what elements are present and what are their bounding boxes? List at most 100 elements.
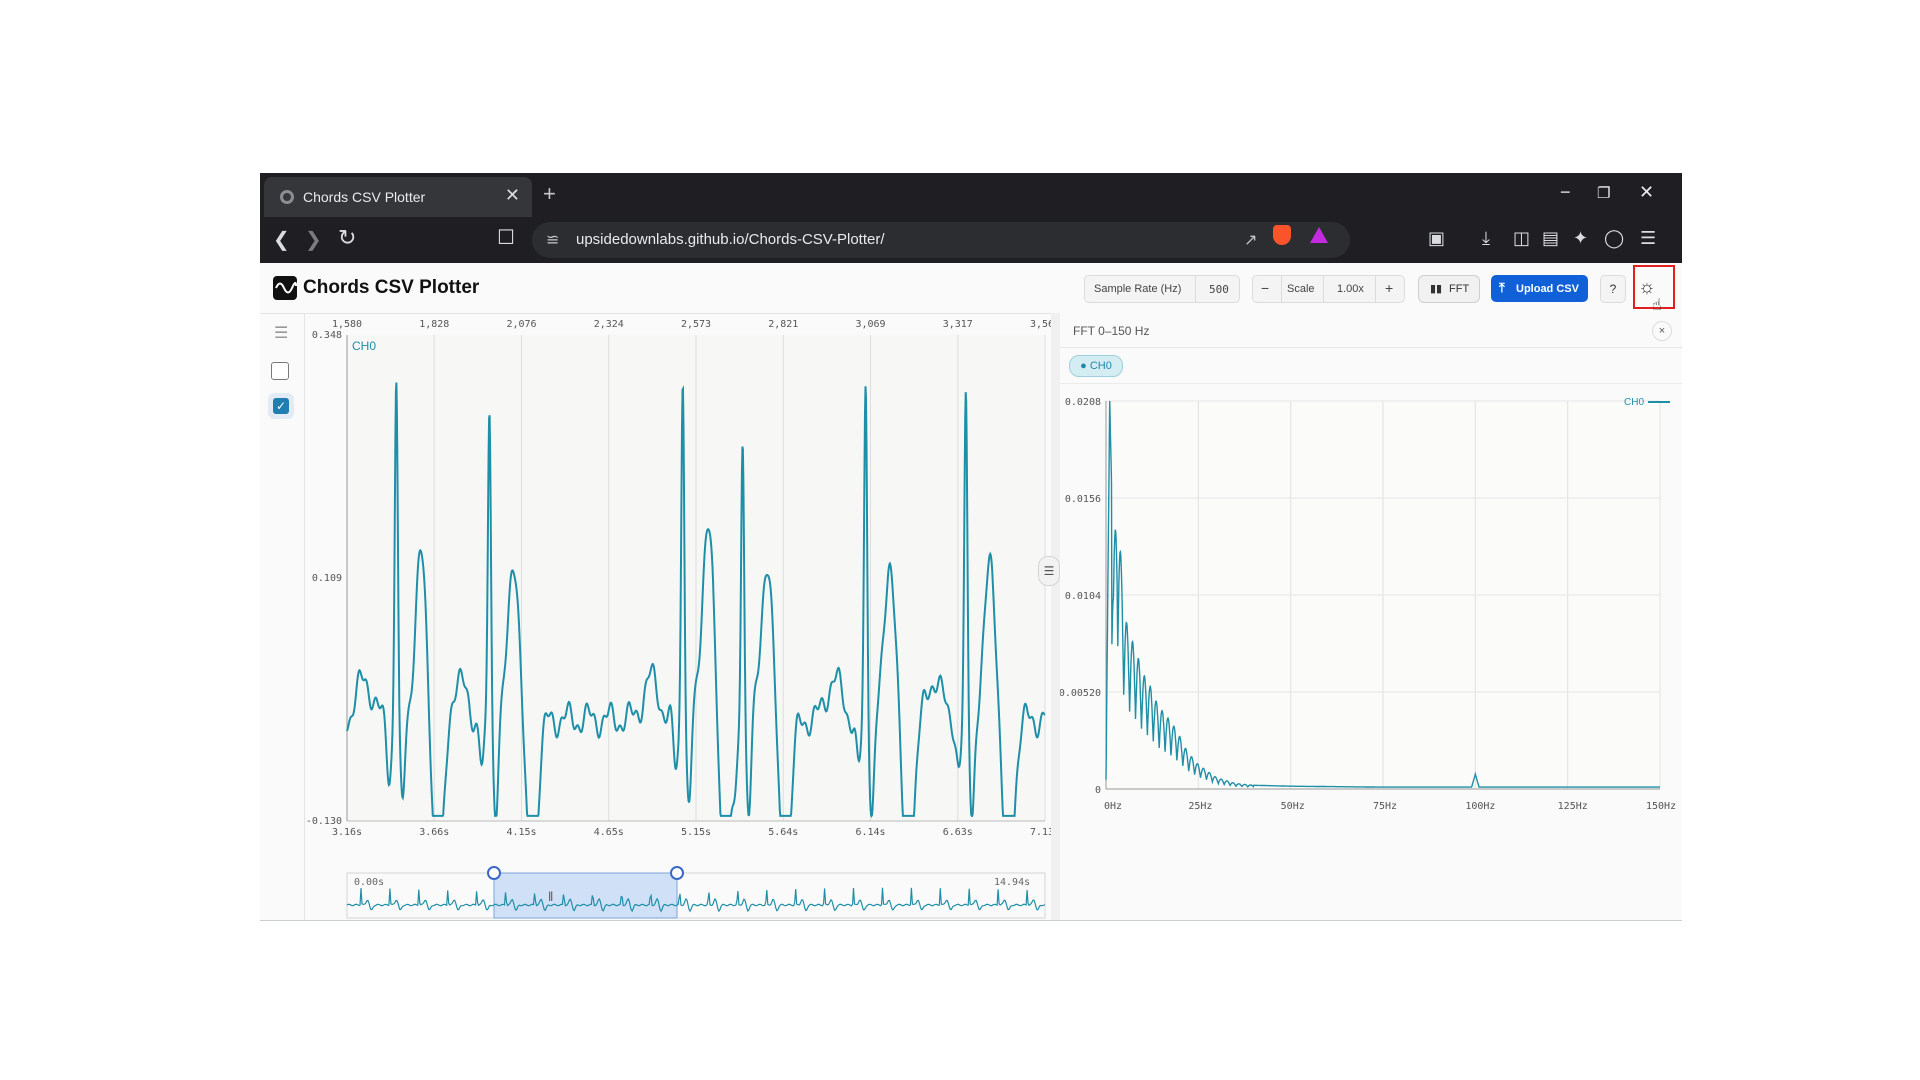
fft-y-tick-label: 0 [1095, 785, 1101, 796]
site-settings-icon[interactable]: ≌ [546, 230, 559, 250]
select-all-checkbox[interactable] [271, 362, 289, 380]
navigator-window[interactable] [493, 872, 678, 919]
sample-tick-label: 2,324 [594, 319, 624, 330]
scale-label: Scale [1287, 283, 1315, 295]
sample-rate-input[interactable]: 500 [1209, 283, 1229, 296]
time-tick-label: 5.15s [681, 827, 711, 838]
fft-panel: FFT 0–150 Hz × ● CH0 0Hz 25Hz 50Hz 75Hz 100H… [1060, 313, 1682, 920]
y-tick-label: 0.348 [312, 330, 342, 341]
time-tick-label: 5.64s [768, 827, 798, 838]
navigator-left-handle[interactable] [487, 866, 501, 880]
sample-tick-label: 1,580 [332, 319, 362, 330]
navigator-grip-icon[interactable]: ‖ [548, 889, 553, 904]
sample-tick-label: 2,076 [506, 319, 536, 330]
app-root: Chords CSV Plotter Sample Rate (Hz) 500 … [260, 263, 1682, 920]
sample-tick-label: 3,317 [943, 319, 973, 330]
y-tick-label: 0.109 [312, 573, 342, 584]
download-icon[interactable]: ⤓ [1482, 228, 1490, 249]
navigation-bar: ❮ ❯ ↻ ☐ ≌ upsidedownlabs.github.io/Chord… [260, 217, 1682, 263]
sample-tick-label: 2,573 [681, 319, 711, 330]
fft-y-tick-label: 0.00520 [1060, 688, 1101, 699]
fft-legend-label: CH0 [1624, 397, 1644, 408]
signal-chart[interactable]: 1,580 3.16s 1,828 3.66s 2,076 4.15s 2,324 4.65s… [304, 313, 1051, 920]
navigator-right-handle[interactable] [670, 866, 684, 880]
minimize-button[interactable]: − [1560, 182, 1571, 203]
fft-button-label: FFT [1449, 283, 1470, 295]
app-title: Chords CSV Plotter [303, 277, 480, 298]
scale-value[interactable]: 1.00x [1337, 283, 1364, 295]
waveform-logo-icon [273, 276, 297, 300]
signal-chart-panel: 1,580 3.16s 1,828 3.66s 2,076 4.15s 2,324 4.65s… [304, 313, 1051, 920]
vpn-shield-icon[interactable]: ◯ [1604, 228, 1624, 249]
wallet-icon[interactable]: ▤ [1542, 228, 1559, 249]
fft-x-tick-label: 100Hz [1465, 801, 1495, 812]
fft-x-tick-label: 125Hz [1558, 801, 1588, 812]
url-text[interactable]: upsidedownlabs.github.io/Chords-CSV-Plot… [576, 231, 885, 248]
browser-tab[interactable]: Chords CSV Plotter ✕ [264, 177, 532, 217]
app-header: Chords CSV Plotter Sample Rate (Hz) 500 … [260, 263, 1682, 314]
fft-title: FFT 0–150 Hz [1073, 324, 1150, 338]
y-tick-label: -0.130 [306, 816, 342, 827]
bookmark-icon[interactable]: ☐ [497, 225, 515, 250]
sample-tick-label: 3,565 [1030, 319, 1051, 330]
upload-csv-button[interactable]: ⤒ Upload CSV [1491, 275, 1588, 302]
fft-x-tick-label: 0Hz [1104, 801, 1122, 812]
brave-rewards-icon[interactable] [1310, 227, 1328, 243]
fft-x-tick-label: 25Hz [1188, 801, 1212, 812]
bar-chart-icon: ▮▮ [1430, 283, 1443, 295]
check-icon: ✓ [273, 398, 289, 414]
help-button[interactable]: ? [1600, 275, 1626, 303]
list-icon[interactable]: ☰ [274, 323, 288, 343]
brave-shield-icon[interactable] [1273, 225, 1291, 245]
sidebar-icon[interactable]: ◫ [1513, 228, 1530, 249]
scale-plus-button[interactable]: + [1385, 280, 1393, 296]
sample-tick-label: 1,828 [419, 319, 449, 330]
address-bar[interactable]: ≌ upsidedownlabs.github.io/Chords-CSV-Pl… [532, 222, 1350, 258]
browser-window: Chords CSV Plotter ✕ + − ❐ ✕ ❮ ❯ ↻ ☐ ≌ u… [260, 173, 1682, 921]
sample-tick-label: 2,821 [768, 319, 798, 330]
menu-icon[interactable]: ☰ [1640, 228, 1656, 249]
time-navigator[interactable]: ‖ 0.00s 14.94s [346, 866, 1046, 919]
share-icon[interactable]: ↗ [1244, 230, 1257, 250]
upload-icon: ⤒ [1499, 280, 1505, 295]
time-tick-label: 6.63s [943, 827, 973, 838]
fft-x-tick-label: 150Hz [1646, 801, 1676, 812]
time-tick-label: 6.14s [855, 827, 885, 838]
upload-button-label: Upload CSV [1516, 283, 1579, 295]
fft-close-button[interactable]: × [1652, 321, 1672, 341]
channel-checkbox[interactable]: ✓ [268, 393, 294, 419]
channel-label: CH0 [352, 339, 376, 353]
sample-tick-label: 3,069 [855, 319, 885, 330]
tab-bar: Chords CSV Plotter ✕ + − ❐ ✕ [260, 173, 1682, 217]
navigator-end-label: 14.94s [994, 877, 1030, 888]
fft-chart[interactable]: 0Hz 25Hz 50Hz 75Hz 100Hz 125Hz 150Hz 0.0208 0.01… [1060, 383, 1682, 920]
time-tick-label: 3.66s [419, 827, 449, 838]
fft-y-tick-label: 0.0208 [1065, 397, 1101, 408]
tab-title: Chords CSV Plotter [303, 189, 426, 205]
fft-toggle-button[interactable]: ▮▮ FFT [1418, 275, 1480, 303]
navigator-start-label: 0.00s [354, 877, 384, 888]
sample-rate-label: Sample Rate (Hz) [1094, 283, 1182, 295]
resize-handle-icon[interactable]: ☰ [1038, 556, 1060, 586]
reload-icon[interactable]: ↻ [338, 225, 356, 251]
leo-ai-icon[interactable]: ✦ [1573, 228, 1588, 249]
panel-divider[interactable] [1051, 313, 1060, 920]
time-tick-label: 7.13s [1030, 827, 1051, 838]
fft-x-tick-label: 50Hz [1281, 801, 1305, 812]
time-tick-label: 4.65s [594, 827, 624, 838]
hand-cursor-icon: ☝ [1652, 297, 1662, 314]
screenshot-icon[interactable]: ▣ [1428, 228, 1445, 249]
forward-icon[interactable]: ❯ [305, 227, 322, 252]
back-icon[interactable]: ❮ [273, 227, 290, 252]
sample-rate-control: Sample Rate (Hz) 500 [1084, 275, 1240, 303]
restore-button[interactable]: ❐ [1597, 184, 1610, 202]
time-tick-label: 4.15s [506, 827, 536, 838]
close-window-button[interactable]: ✕ [1639, 182, 1654, 203]
fft-channel-chip[interactable]: ● CH0 [1069, 355, 1123, 377]
new-tab-button[interactable]: + [543, 181, 556, 207]
scale-minus-button[interactable]: − [1261, 280, 1269, 296]
tab-close-icon[interactable]: ✕ [505, 185, 520, 206]
time-tick-label: 3.16s [332, 827, 362, 838]
fft-y-tick-label: 0.0156 [1065, 494, 1101, 505]
fft-x-tick-label: 75Hz [1373, 801, 1397, 812]
